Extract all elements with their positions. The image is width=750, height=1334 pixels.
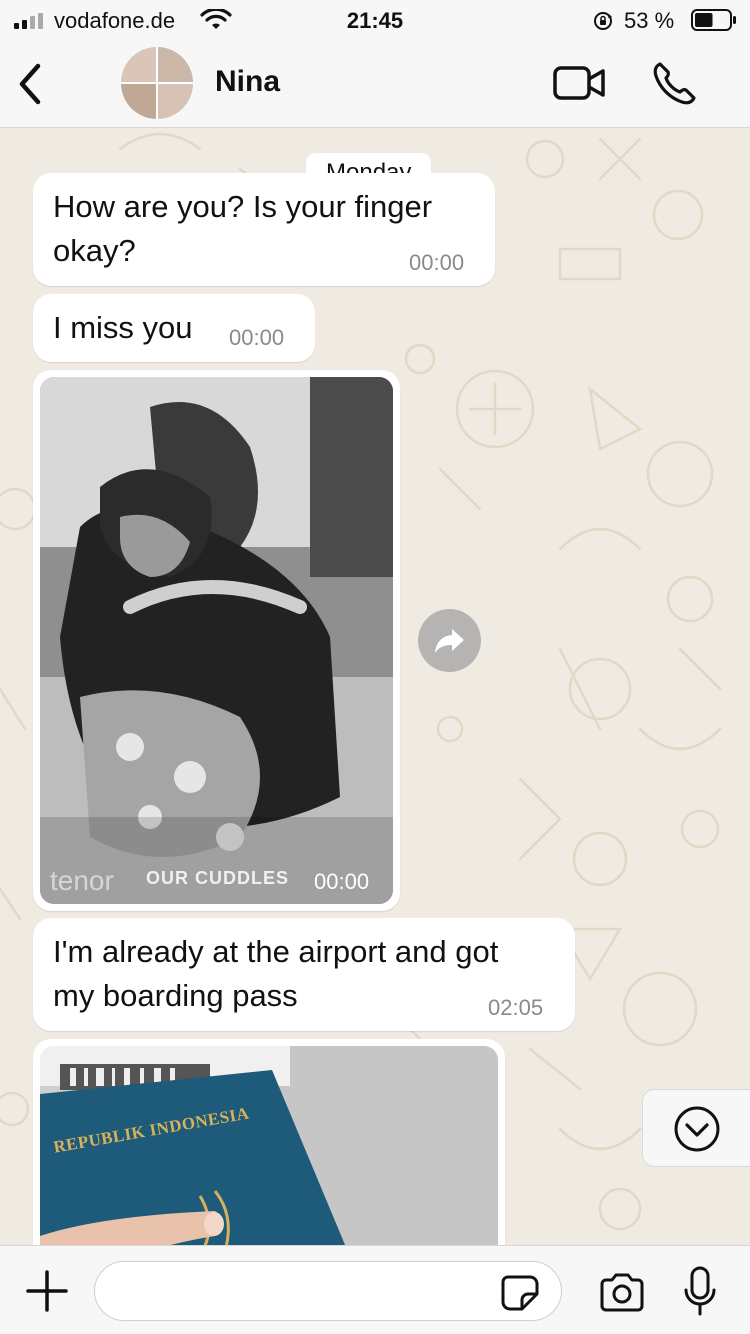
gif-message[interactable]: tenor OUR CUDDLES 00:00 — [33, 370, 400, 911]
status-bar: vodafone.de 21:45 53 % — [0, 0, 750, 40]
forward-arrow-icon — [435, 629, 464, 653]
message-time: 02:05 — [488, 995, 544, 1020]
image-media[interactable]: REPUBLIK INDONESIA — [40, 1046, 498, 1245]
message-time: 00:00 — [314, 869, 370, 894]
microphone-icon[interactable] — [683, 1266, 717, 1318]
rotation-lock-icon — [594, 12, 612, 30]
chat-header: Nina — [0, 40, 750, 128]
phone-call-icon[interactable] — [652, 60, 696, 106]
message-time: 00:00 — [409, 250, 465, 275]
message-text: How are you? Is your finger okay? — [53, 185, 432, 273]
chat-area[interactable]: Monday How are you? Is your finger okay?… — [0, 129, 750, 1245]
battery-icon — [691, 9, 736, 31]
scroll-to-bottom-button[interactable] — [642, 1089, 750, 1167]
message-time: 00:00 — [229, 325, 285, 350]
chevron-down-icon — [674, 1106, 720, 1152]
message-input[interactable] — [94, 1261, 562, 1321]
message-bubble[interactable]: I'm already at the airport and got my bo… — [33, 918, 575, 1031]
message-composer — [0, 1245, 750, 1334]
message-text-line: okay? — [53, 233, 136, 268]
avatar[interactable] — [121, 47, 193, 119]
forward-button[interactable] — [418, 609, 481, 672]
message-text: I'm already at the airport and got my bo… — [53, 930, 498, 1018]
message-text-line: I'm already at the airport and got — [53, 934, 499, 969]
gif-media[interactable]: tenor OUR CUDDLES 00:00 — [40, 377, 393, 904]
message-text-line: How are you? Is your finger — [53, 189, 433, 224]
gif-caption: OUR CUDDLES — [146, 868, 290, 888]
plus-icon[interactable] — [26, 1270, 68, 1312]
message-text-line: my boarding pass — [53, 978, 298, 1013]
message-text: I miss you — [53, 310, 193, 345]
message-bubble[interactable]: I miss you 00:00 — [33, 294, 315, 362]
camera-icon[interactable] — [598, 1272, 646, 1312]
battery-percent: 53 % — [624, 8, 675, 33]
contact-name[interactable]: Nina — [215, 65, 280, 99]
gif-image — [40, 377, 393, 904]
video-call-icon[interactable] — [552, 64, 606, 102]
gif-watermark: tenor — [50, 865, 114, 896]
back-chevron-icon[interactable] — [14, 60, 48, 108]
sticker-icon[interactable] — [500, 1274, 540, 1312]
image-message[interactable]: REPUBLIK INDONESIA — [33, 1039, 505, 1245]
message-bubble[interactable]: How are you? Is your finger okay? 00:00 — [33, 173, 495, 286]
